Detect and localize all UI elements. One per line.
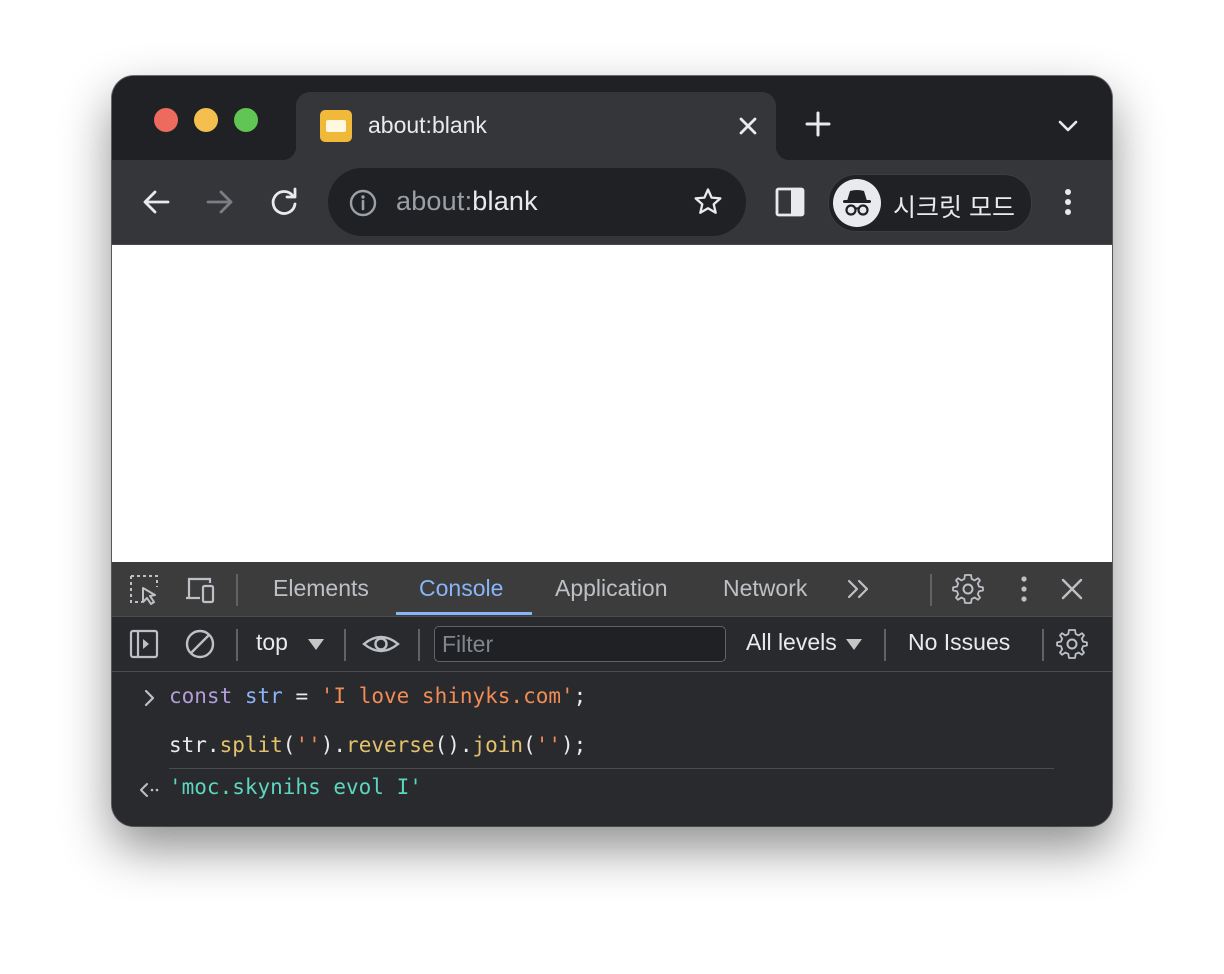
context-selector[interactable]: top <box>256 629 288 656</box>
code-punct: (). <box>434 733 473 757</box>
code-function: join <box>472 733 524 757</box>
tab-network[interactable]: Network <box>723 575 807 602</box>
code-string: 'I love shinyks.com' <box>320 684 574 708</box>
browser-toolbar: about:blank 시크릿 모드 <box>112 160 1112 245</box>
tab-application[interactable]: Application <box>555 575 668 602</box>
more-options-icon[interactable] <box>1008 573 1040 605</box>
back-arrow-icon[interactable] <box>138 184 174 220</box>
page-favicon-icon <box>320 110 352 142</box>
code-function: split <box>219 733 283 757</box>
console-divider <box>169 768 1054 769</box>
code-punct: ). <box>320 733 347 757</box>
browser-window: about:blank about:blank 시크릿 모드 Elements … <box>112 76 1112 826</box>
toolbar-divider <box>930 574 932 606</box>
incognito-profile-button[interactable]: 시크릿 모드 <box>828 174 1032 232</box>
star-icon[interactable] <box>692 186 724 218</box>
forward-arrow-icon[interactable] <box>202 184 238 220</box>
toolbar-divider <box>344 629 346 661</box>
close-devtools-icon[interactable] <box>1056 573 1088 605</box>
code-punct: ( <box>523 733 536 757</box>
tab-elements[interactable]: Elements <box>273 575 369 602</box>
code-punct: ( <box>282 733 296 757</box>
code-punct: ); <box>561 733 587 757</box>
devtools-tab-bar: Elements Console Application Network <box>112 562 1112 617</box>
code-punct: ; <box>573 684 587 708</box>
console-sidebar-icon[interactable] <box>128 628 160 660</box>
console-result: 'moc.skynihs evol I' <box>169 775 422 799</box>
caret-down-icon[interactable] <box>846 639 862 650</box>
code-variable: str <box>244 684 283 708</box>
tab-console[interactable]: Console <box>419 575 503 602</box>
close-window-button[interactable] <box>154 108 178 132</box>
incognito-icon <box>843 190 871 216</box>
console-output[interactable]: const str = 'I love shinyks.com'; str.sp… <box>112 672 1112 826</box>
minimize-window-button[interactable] <box>194 108 218 132</box>
toolbar-divider <box>418 629 420 661</box>
more-menu-icon[interactable] <box>1054 184 1082 220</box>
code-string: '' <box>295 733 321 757</box>
devtools-panel: Elements Console Application Network top… <box>112 562 1112 826</box>
filter-placeholder: Filter <box>442 631 494 657</box>
address-bar[interactable]: about:blank <box>328 168 746 236</box>
filter-input[interactable]: Filter <box>434 626 726 662</box>
active-tab-indicator <box>396 612 532 615</box>
new-tab-icon[interactable] <box>802 108 834 140</box>
tab-strip: about:blank <box>112 76 1112 160</box>
url-path: blank <box>472 186 538 216</box>
url-scheme: about: <box>396 186 473 216</box>
console-input-line: const str = 'I love shinyks.com'; <box>169 684 586 708</box>
chevron-right-icon <box>144 689 155 707</box>
console-settings-gear-icon[interactable] <box>1056 628 1088 660</box>
live-expression-eye-icon[interactable] <box>362 628 400 660</box>
toolbar-divider <box>884 629 886 661</box>
issues-counter[interactable]: No Issues <box>908 629 1010 656</box>
code-function: reverse <box>346 733 435 757</box>
code-keyword: const <box>169 684 233 708</box>
inspect-element-icon[interactable] <box>128 573 160 605</box>
close-icon[interactable] <box>732 110 764 142</box>
reload-icon[interactable] <box>266 184 302 220</box>
code-string: '' <box>535 733 562 757</box>
zoom-window-button[interactable] <box>234 108 258 132</box>
toolbar-divider <box>236 574 238 606</box>
code-object: str. <box>169 733 220 757</box>
toolbar-divider <box>1042 629 1044 661</box>
info-icon[interactable] <box>348 188 378 218</box>
incognito-avatar <box>833 179 881 227</box>
tab-title: about:blank <box>368 112 487 138</box>
toolbar-divider <box>236 629 238 661</box>
log-levels-dropdown[interactable]: All levels <box>746 629 837 656</box>
chevron-down-icon[interactable] <box>1054 112 1082 140</box>
clear-console-icon[interactable] <box>184 628 216 660</box>
address-text[interactable]: about:blank <box>396 186 538 217</box>
incognito-label: 시크릿 모드 <box>893 194 1015 222</box>
settings-gear-icon[interactable] <box>952 573 984 605</box>
caret-down-icon[interactable] <box>308 639 324 650</box>
tab-about-blank[interactable]: about:blank <box>282 92 790 160</box>
return-value-arrow-icon <box>140 783 159 797</box>
code-operator: = <box>295 684 309 708</box>
device-toolbar-icon[interactable] <box>184 573 216 605</box>
side-panel-icon[interactable] <box>772 184 808 220</box>
console-input-line: str.split('').reverse().join(''); <box>169 733 586 757</box>
page-viewport[interactable] <box>112 245 1112 562</box>
console-toolbar: top Filter All levels No Issues <box>112 617 1112 672</box>
more-tabs-chevron-icon[interactable] <box>844 573 876 605</box>
